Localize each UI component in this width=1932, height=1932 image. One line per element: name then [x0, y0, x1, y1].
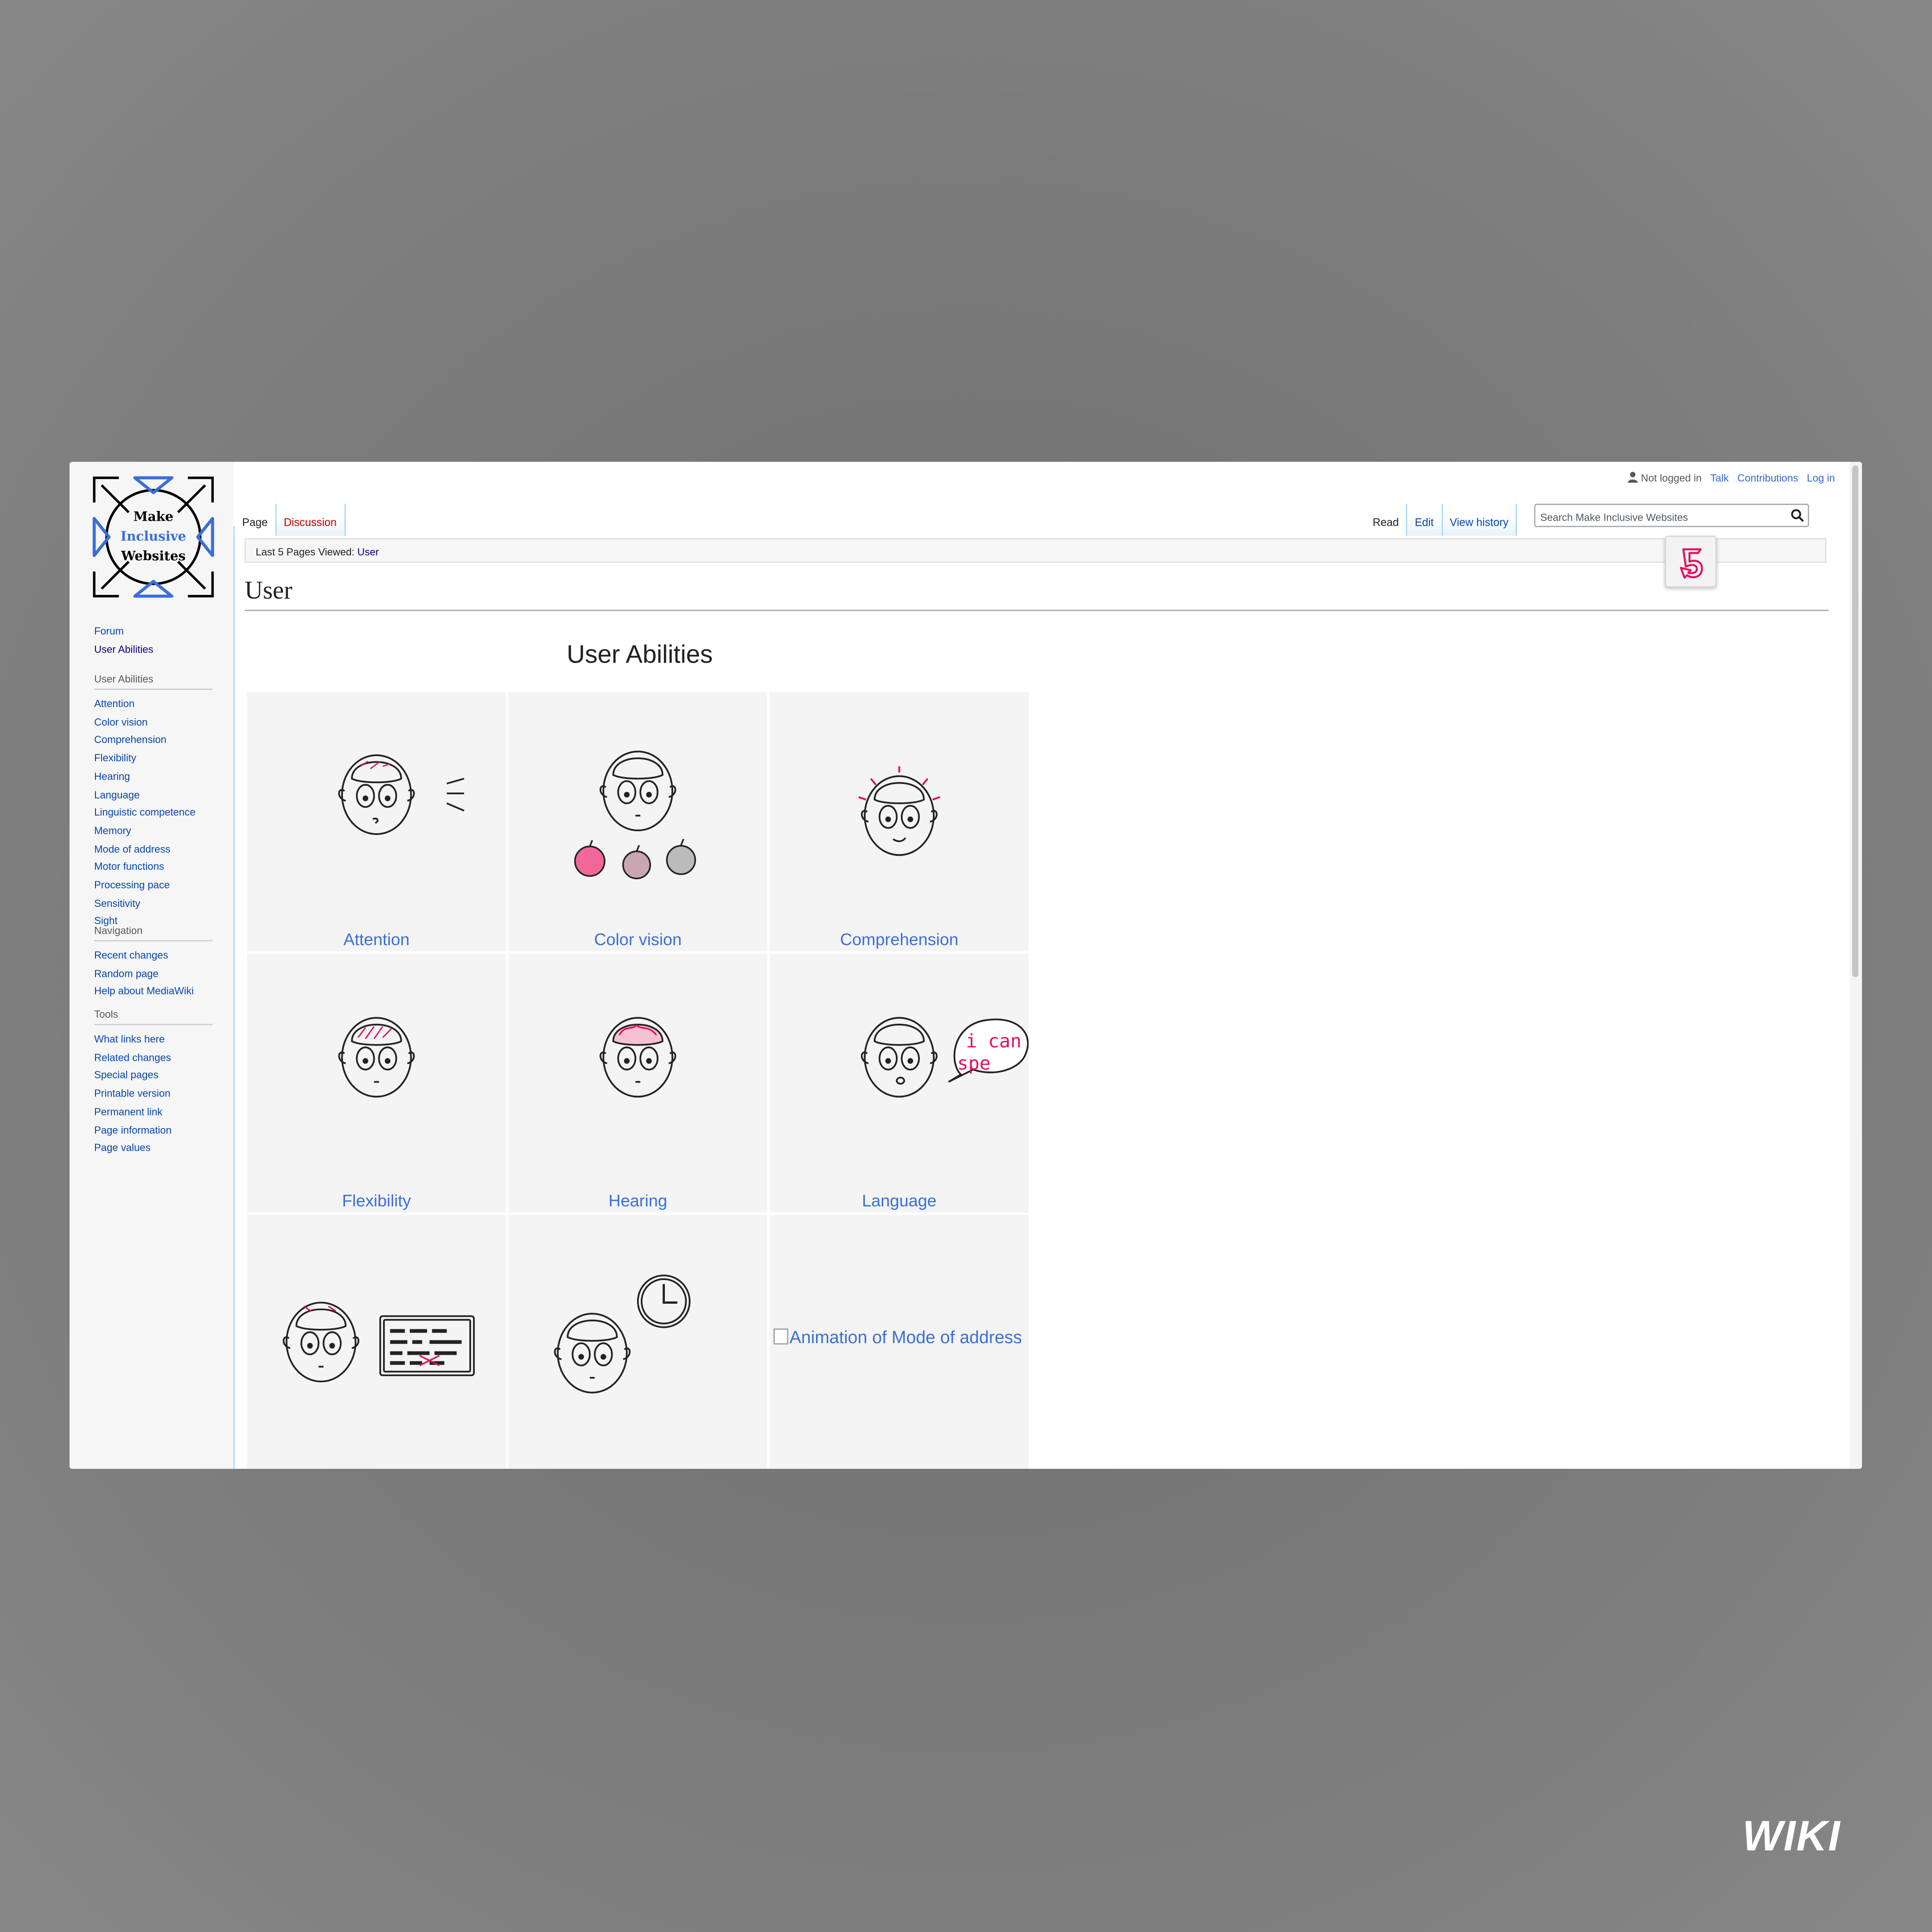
tab-view-history[interactable]: View history	[1442, 504, 1518, 536]
svg-text:i can: i can	[966, 1031, 1021, 1052]
ability-card-flexibility[interactable]: Flexibility	[247, 953, 506, 1213]
face-hearing-icon	[599, 1017, 676, 1098]
sidebar-item-comprehension[interactable]: Comprehension	[94, 731, 212, 749]
sidebar-item-recent-changes[interactable]: Recent changes	[94, 946, 212, 964]
sidebar-section-heading: Navigation	[94, 924, 213, 942]
tab-edit[interactable]: Edit	[1407, 504, 1442, 536]
breadcrumb-label: Last 5 Pages Viewed:	[255, 545, 355, 558]
sidebar-item-user-abilities[interactable]: User Abilities	[94, 640, 212, 658]
sidebar-item-permanent-link[interactable]: Permanent link	[94, 1103, 212, 1121]
sidebar-section-navigation: Navigation Recent changes Random page He…	[94, 924, 213, 1001]
svg-text:Make: Make	[134, 509, 173, 524]
face-keyboard-icon	[282, 1301, 475, 1383]
face-apples-icon	[574, 751, 696, 880]
ability-card-mode-of-address[interactable]: Animation of Mode of address	[770, 1215, 1029, 1469]
sidebar-item-processing-pace[interactable]: Processing pace	[94, 876, 212, 894]
breadcrumb: Last 5 Pages Viewed: User	[244, 538, 1827, 563]
sidebar-item-help[interactable]: Help about MediaWiki	[94, 982, 212, 1001]
tab-page[interactable]: Page	[235, 504, 277, 536]
user-status: Not logged in	[1628, 472, 1702, 484]
face-speech-bubble-icon: i can spe	[861, 1017, 1029, 1098]
sidebar-item-motor-functions[interactable]: Motor functions	[94, 858, 212, 876]
sidebar-item-page-information[interactable]: Page information	[94, 1121, 212, 1139]
face-flexibility-icon	[338, 1017, 415, 1098]
sidebar-section-heading: Tools	[94, 1008, 213, 1026]
contributions-link[interactable]: Contributions	[1737, 472, 1798, 484]
sidebar-section-heading: User Abilities	[94, 673, 213, 690]
namespace-tabs: Page Discussion	[235, 504, 345, 536]
svg-text:spe: spe	[957, 1053, 990, 1074]
face-comprehension-icon	[858, 766, 940, 856]
talk-link[interactable]: Talk	[1710, 472, 1729, 484]
ability-card-memory[interactable]	[508, 1215, 767, 1469]
view-tabs: Read Edit View history	[1365, 504, 1518, 536]
sidebar-item-related-changes[interactable]: Related changes	[94, 1048, 212, 1066]
sidebar-item-flexibility[interactable]: Flexibility	[94, 749, 212, 767]
ability-caption[interactable]: Color vision	[509, 930, 767, 949]
sidebar-item-what-links-here[interactable]: What links here	[94, 1030, 212, 1048]
ability-caption[interactable]: Comprehension	[770, 930, 1028, 949]
search-input[interactable]	[1535, 507, 1781, 528]
logo-frame-icon: Make Inclusive Websites	[92, 476, 214, 598]
face-clock-icon	[554, 1275, 691, 1394]
ability-card-comprehension[interactable]: Comprehension	[770, 692, 1029, 951]
sidebar-item-attention[interactable]: Attention	[94, 695, 212, 713]
sidebar-item-language[interactable]: Language	[94, 785, 212, 803]
sidebar-item-forum[interactable]: Forum	[94, 622, 212, 640]
sidebar-item-linguistic-competence[interactable]: Linguistic competence	[94, 803, 212, 822]
sidebar-item-mode-of-address[interactable]: Mode of address	[94, 840, 212, 858]
tab-read[interactable]: Read	[1365, 504, 1408, 536]
section-title: User Abilities	[567, 640, 713, 669]
sidebar: Make Inclusive Websites Forum User Abili…	[70, 462, 234, 1469]
wiki-badge: WIKI	[1742, 1812, 1841, 1860]
page-scrollbar[interactable]	[1849, 462, 1862, 1469]
broken-image-alt[interactable]: Animation of Mode of address	[773, 1328, 1022, 1348]
sidebar-item-color-vision[interactable]: Color vision	[94, 713, 212, 731]
breadcrumb-link-user[interactable]: User	[357, 546, 379, 558]
broken-image-icon	[773, 1328, 789, 1345]
content-border	[233, 526, 235, 1469]
ability-card-hearing[interactable]: Hearing	[508, 953, 767, 1213]
svg-text:Inclusive: Inclusive	[121, 529, 186, 544]
sidebar-item-printable-version[interactable]: Printable version	[94, 1084, 212, 1103]
ability-card-attention[interactable]: Attention	[247, 692, 506, 951]
not-logged-in-label: Not logged in	[1641, 472, 1702, 484]
search-icon[interactable]	[1791, 509, 1804, 522]
user-icon	[1628, 472, 1638, 483]
tab-discussion[interactable]: Discussion	[276, 504, 345, 536]
ability-card-language[interactable]: i can spe Language	[770, 953, 1029, 1213]
svg-text:Websites: Websites	[121, 548, 185, 564]
sidebar-item-sensitivity[interactable]: Sensitivity	[94, 894, 212, 912]
login-link[interactable]: Log in	[1807, 472, 1835, 484]
ability-caption[interactable]: Language	[770, 1192, 1028, 1210]
sidebar-section-user-abilities: User Abilities Attention Color vision Co…	[94, 673, 213, 931]
ability-caption[interactable]: Flexibility	[247, 1192, 506, 1210]
personal-tools: Not logged in Talk Contributions Log in	[1628, 472, 1835, 484]
sidebar-item-random-page[interactable]: Random page	[94, 964, 212, 982]
sidebar-item-hearing[interactable]: Hearing	[94, 767, 212, 785]
sidebar-section-tools: Tools What links here Related changes Sp…	[94, 1008, 213, 1157]
face-attention-icon	[338, 754, 465, 835]
browser-window: Make Inclusive Websites Forum User Abili…	[70, 462, 1862, 1469]
ability-caption[interactable]: Attention	[247, 930, 506, 949]
ability-card-color-vision[interactable]: Color vision	[508, 692, 767, 951]
page-title: User	[244, 575, 1829, 611]
sidebar-item-memory[interactable]: Memory	[94, 822, 212, 840]
scrollbar-thumb[interactable]	[1852, 465, 1859, 977]
sidebar-item-page-values[interactable]: Page values	[94, 1139, 212, 1157]
sidebar-top-links: Forum User Abilities	[94, 622, 212, 658]
ability-card-linguistic-competence[interactable]	[247, 1215, 506, 1469]
mediawiki-page: Make Inclusive Websites Forum User Abili…	[70, 462, 1862, 1469]
search-box	[1534, 504, 1809, 528]
ability-caption[interactable]: Hearing	[509, 1192, 767, 1210]
sidebar-item-special-pages[interactable]: Special pages	[94, 1066, 212, 1084]
site-logo[interactable]: Make Inclusive Websites	[92, 475, 215, 599]
